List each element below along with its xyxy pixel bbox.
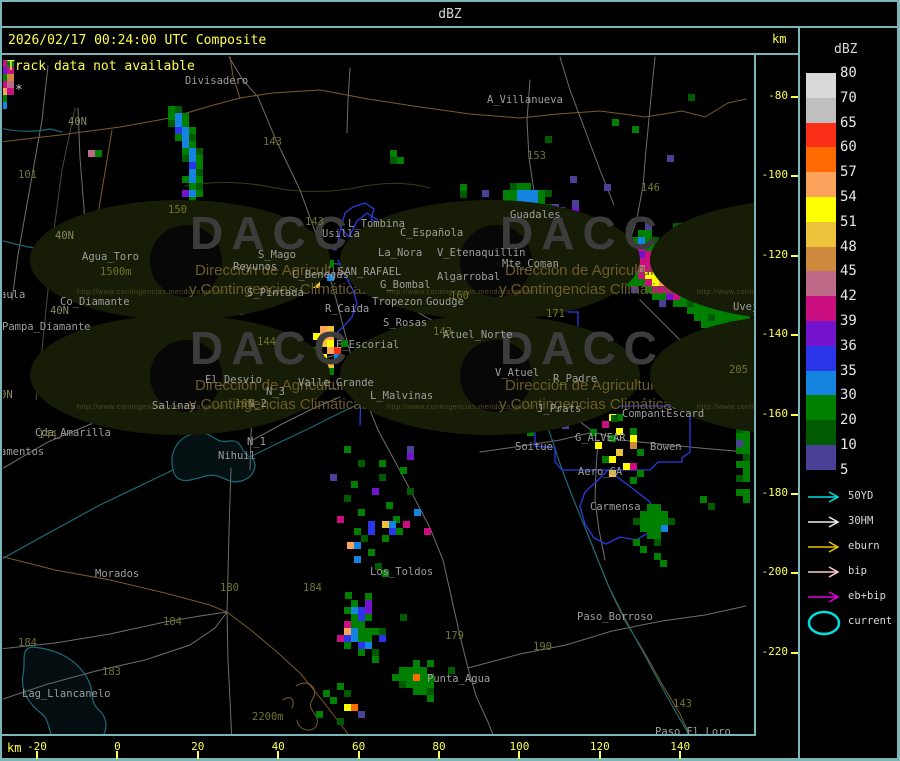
scale-swatch	[806, 123, 836, 148]
scale-label: 57	[840, 164, 857, 180]
scale-label: 20	[840, 412, 857, 428]
scale-label: 39	[840, 313, 857, 329]
scale-label: 5	[840, 462, 848, 478]
radar-site-star: *	[15, 83, 23, 98]
scale-swatch	[806, 147, 836, 172]
scale-swatch	[806, 222, 836, 247]
legend-50YD-arrow-icon	[806, 489, 844, 505]
scale-label: 65	[840, 115, 857, 131]
scale-swatch	[806, 98, 836, 123]
legend-panel: dBZ km 80 70 65 60 57 54 51 48 45 42 39 36 35 30 20 10 5…	[0, 0, 900, 761]
scale-label: 10	[840, 437, 857, 453]
scale-swatch	[806, 73, 836, 98]
scale-label: 51	[840, 214, 857, 230]
legend-bip-arrow-icon	[806, 564, 844, 580]
scale-label: 70	[840, 90, 857, 106]
legend-item-label: eburn	[848, 540, 880, 552]
scale-label: 35	[840, 363, 857, 379]
legend-item-label: current	[848, 615, 892, 627]
scale-label: 42	[840, 288, 857, 304]
scale-swatch	[806, 271, 836, 296]
scale-swatch	[806, 445, 836, 470]
scale-swatch	[806, 371, 836, 396]
legend-item-label: 50YD	[848, 490, 873, 502]
scale-swatch	[806, 197, 836, 222]
scale-swatch	[806, 395, 836, 420]
scale-swatch	[806, 296, 836, 321]
scale-label: 36	[840, 338, 857, 354]
x-axis-unit: km	[7, 741, 21, 755]
legend-current-ellipse-icon	[806, 609, 846, 637]
scale-label: 80	[840, 65, 857, 81]
scale-label: 30	[840, 387, 857, 403]
radar-app-window: { "title_bar": { "title": "dBZ" }, "info…	[0, 0, 900, 761]
scale-title: dBZ	[834, 42, 857, 57]
legend-item-label: 30HM	[848, 515, 873, 527]
scale-swatch	[806, 247, 836, 272]
scale-label: 60	[840, 139, 857, 155]
scale-swatch	[806, 321, 836, 346]
legend-eburn-arrow-icon	[806, 539, 844, 555]
scale-swatch	[806, 346, 836, 371]
legend-30HM-arrow-icon	[806, 514, 844, 530]
track-status-text: Track data not available	[7, 59, 195, 74]
legend-eb+bip-arrow-icon	[806, 589, 844, 605]
scale-label: 45	[840, 263, 857, 279]
scale-swatch	[806, 420, 836, 445]
legend-item-label: bip	[848, 565, 867, 577]
legend-item-label: eb+bip	[848, 590, 886, 602]
scale-label: 48	[840, 239, 857, 255]
scale-label: 54	[840, 189, 857, 205]
scale-swatch	[806, 172, 836, 197]
